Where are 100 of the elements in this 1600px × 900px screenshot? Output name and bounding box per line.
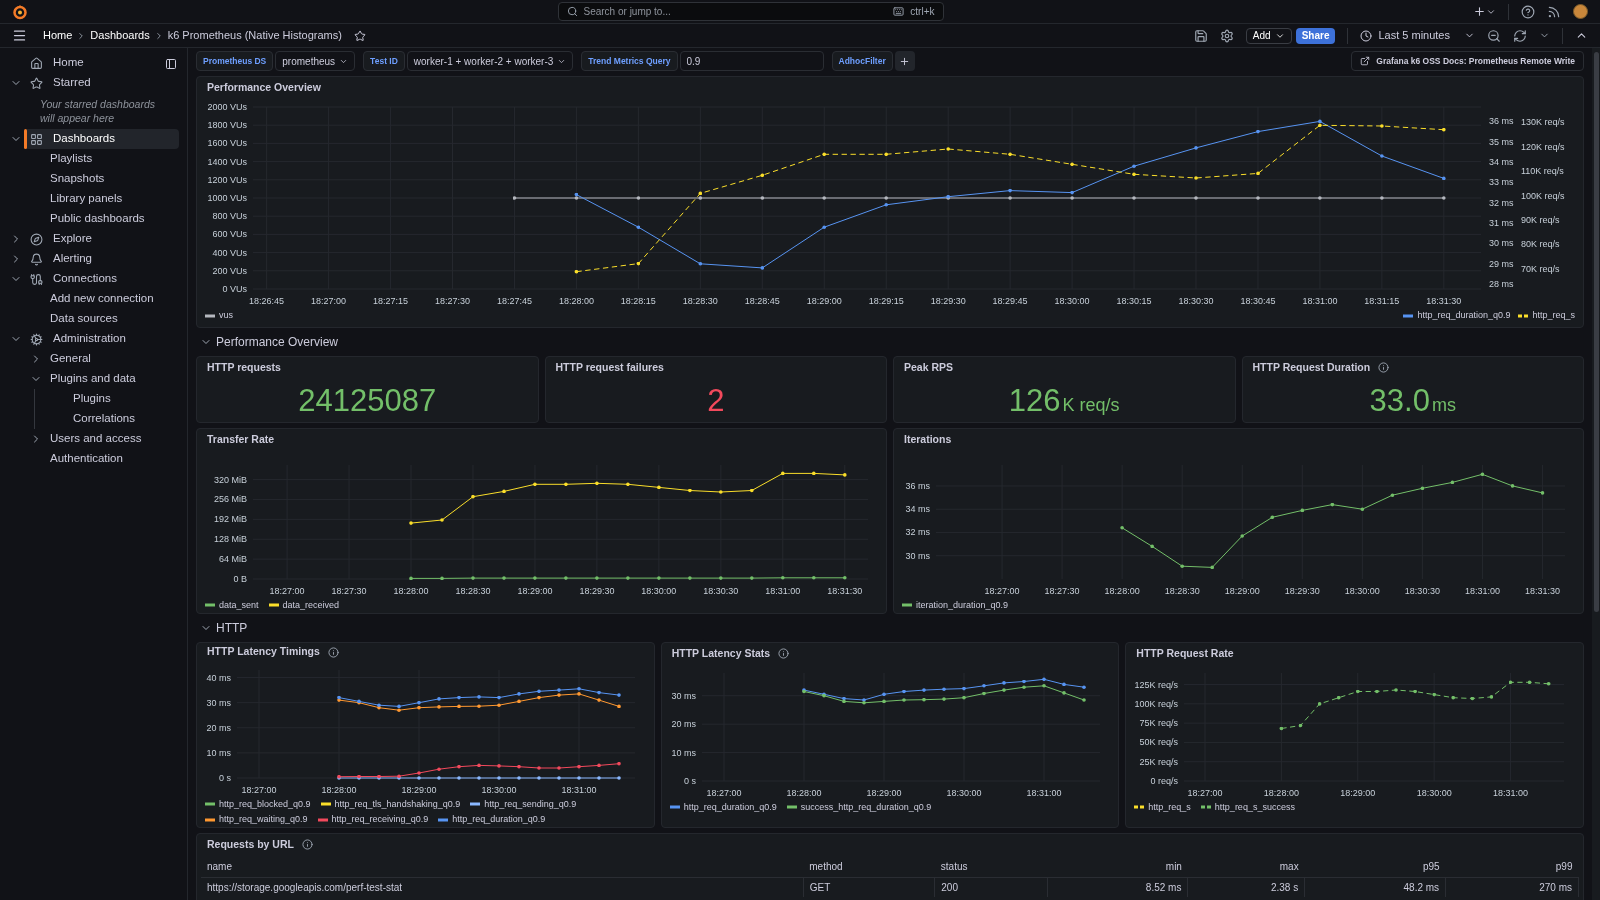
- home-icon: [30, 56, 43, 70]
- nav-item[interactable]: Users and access: [44, 429, 179, 449]
- nav-item[interactable]: Home: [24, 53, 179, 73]
- column-header[interactable]: name: [201, 855, 804, 877]
- share-button[interactable]: Share: [1295, 27, 1336, 44]
- legend-label[interactable]: http_req_s_success: [1214, 800, 1295, 814]
- menu-icon[interactable]: [12, 28, 27, 43]
- axis-tick-label: 18:29:30: [1284, 585, 1320, 596]
- panel-title: HTTP Latency Stats: [671, 645, 771, 661]
- variable-select[interactable]: prometheus: [275, 51, 356, 71]
- bell-icon: [30, 252, 43, 266]
- plus-icon: [1473, 5, 1486, 18]
- legend-label[interactable]: http_req_duration_q0.9: [452, 813, 546, 827]
- logo-icon[interactable]: [12, 3, 28, 20]
- legend-label[interactable]: http_req_blocked_q0.9: [219, 797, 311, 811]
- nav-item[interactable]: Plugins: [67, 389, 179, 409]
- panel-title: HTTP request failures: [555, 359, 664, 375]
- nav-item[interactable]: Public dashboards: [44, 209, 179, 229]
- legend-label[interactable]: http_req_duration_q0.9: [1417, 309, 1511, 323]
- axis-tick-label: 320 MiB: [213, 474, 247, 485]
- scrollbar-thumb[interactable]: [1593, 52, 1599, 612]
- info-icon[interactable]: [301, 839, 313, 850]
- nav-item[interactable]: Data sources: [44, 309, 179, 329]
- legend-label[interactable]: http_req_waiting_q0.9: [219, 813, 308, 827]
- nav-item[interactable]: Explore: [24, 229, 179, 249]
- nav-item[interactable]: Playlists: [44, 149, 179, 169]
- info-icon[interactable]: [327, 646, 339, 658]
- nav-item[interactable]: Add new connection: [44, 289, 179, 309]
- column-header[interactable]: p95: [1304, 855, 1446, 877]
- refresh-icon[interactable]: [1513, 28, 1527, 43]
- table-cell: 200: [934, 877, 1048, 897]
- line-icon: [1403, 313, 1414, 318]
- help-icon[interactable]: [1521, 4, 1535, 19]
- nav-item[interactable]: Dashboards: [24, 129, 179, 149]
- add-button[interactable]: Add: [1245, 27, 1292, 44]
- info-icon[interactable]: [1378, 362, 1390, 373]
- breadcrumb-link[interactable]: k6 Prometheus (Native Histograms): [167, 27, 342, 44]
- star-icon[interactable]: [353, 29, 366, 42]
- dock-icon[interactable]: [165, 58, 177, 70]
- legend-label[interactable]: iteration_duration_q0.9: [916, 598, 1009, 612]
- search-field[interactable]: Search or jump to... ctrl+k: [557, 2, 944, 21]
- legend-label[interactable]: success_http_req_duration_q0.9: [800, 800, 932, 814]
- legend-label[interactable]: data_sent: [219, 598, 259, 612]
- nav-item[interactable]: Library panels: [44, 189, 179, 209]
- zoom-out-icon[interactable]: [1487, 28, 1501, 43]
- external-link-icon: [1360, 56, 1371, 66]
- gear-icon: [30, 332, 43, 346]
- settings-icon[interactable]: [1219, 28, 1234, 43]
- row-title[interactable]: Performance Overview: [216, 332, 339, 351]
- time-range-picker[interactable]: Last 5 minutes: [1360, 27, 1475, 44]
- plus-icon: [899, 55, 911, 67]
- nav-item[interactable]: Connections: [24, 269, 179, 289]
- nav-item[interactable]: Starred: [24, 73, 179, 93]
- save-icon[interactable]: [1193, 28, 1208, 43]
- nav-item[interactable]: General: [44, 349, 179, 369]
- rss-icon[interactable]: [1547, 4, 1561, 19]
- axis-tick-label: 110K req/s: [1521, 166, 1564, 177]
- axis-tick-label: 18:28:00: [393, 585, 429, 596]
- add-filter-button[interactable]: [894, 51, 915, 71]
- column-header[interactable]: status: [934, 855, 1048, 877]
- axis-tick-label: 36 ms: [1489, 116, 1514, 127]
- legend-label[interactable]: http_req_s: [1148, 800, 1191, 814]
- legend-label[interactable]: vus: [219, 309, 233, 323]
- breadcrumb-link[interactable]: Dashboards: [90, 27, 150, 44]
- legend-label[interactable]: data_received: [282, 598, 340, 612]
- axis-tick-label: 18:28:00: [321, 784, 357, 795]
- axis-tick-label: 40 ms: [206, 672, 231, 683]
- stat-value: 33.0 ms: [1369, 384, 1456, 416]
- new-button[interactable]: [1473, 5, 1496, 18]
- legend-label[interactable]: http_req_s: [1532, 309, 1575, 323]
- variable-select[interactable]: worker-1 + worker-2 + worker-3: [406, 51, 574, 71]
- legend-label[interactable]: http_req_tls_handshaking_q0.9: [334, 797, 461, 811]
- column-header[interactable]: method: [803, 855, 935, 877]
- avatar[interactable]: [1573, 4, 1588, 19]
- axis-tick-label: 18:31:00: [1026, 787, 1062, 798]
- nav-item[interactable]: Administration: [24, 329, 179, 349]
- axis-tick-label: 18:28:45: [744, 296, 780, 306]
- variable-label: Test ID: [363, 51, 405, 71]
- search-placeholder: Search or jump to...: [583, 5, 672, 19]
- axis-tick-label: 20 ms: [671, 718, 696, 729]
- axis-tick-label: 0 req/s: [1150, 775, 1179, 786]
- column-header[interactable]: min: [1047, 855, 1188, 877]
- column-header[interactable]: max: [1187, 855, 1305, 877]
- nav-item[interactable]: Alerting: [24, 249, 179, 269]
- docs-link[interactable]: Grafana k6 OSS Docs: Prometheus Remote Write: [1351, 51, 1584, 71]
- star-icon: [30, 76, 43, 90]
- legend-label[interactable]: http_req_sending_q0.9: [484, 797, 577, 811]
- column-header[interactable]: p99: [1445, 855, 1579, 877]
- breadcrumb-link[interactable]: Home: [43, 27, 73, 44]
- nav-item[interactable]: Snapshots: [44, 169, 179, 189]
- variable-input[interactable]: 0.9: [679, 51, 824, 71]
- panel-title: HTTP Latency Timings: [207, 644, 320, 660]
- legend-label[interactable]: http_req_duration_q0.9: [683, 800, 777, 814]
- info-icon[interactable]: [778, 648, 790, 659]
- nav-item[interactable]: Correlations: [67, 409, 179, 429]
- line-icon: [438, 817, 449, 822]
- row-title[interactable]: HTTP: [216, 618, 248, 637]
- nav-item[interactable]: Authentication: [44, 449, 179, 469]
- legend-label[interactable]: http_req_receiving_q0.9: [331, 813, 429, 827]
- nav-item[interactable]: Plugins and data: [44, 369, 179, 389]
